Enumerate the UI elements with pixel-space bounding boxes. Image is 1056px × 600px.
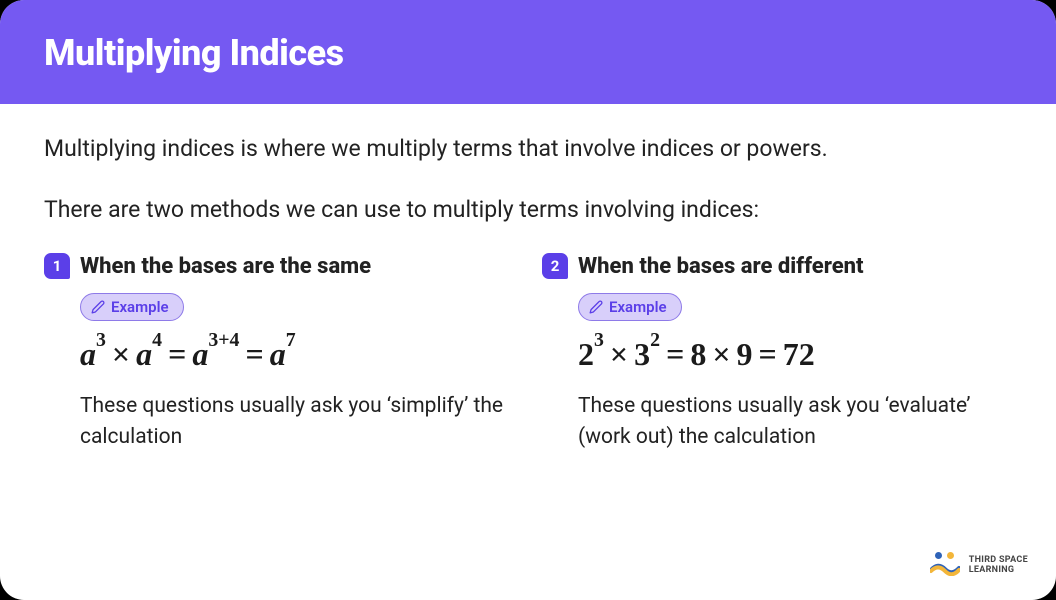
explanation-text: These questions usually ask you ‘simplif… [80,391,514,452]
example-label: Example [111,298,169,316]
example-pill: Example [80,293,184,321]
intro-paragraph-2: There are two methods we can use to mult… [44,193,1012,228]
lesson-card: Multiplying Indices Multiplying indices … [0,0,1056,600]
method-column-2: 2 When the bases are different Example 2… [542,253,1012,452]
column-title-row: 1 When the bases are the same [44,253,514,279]
brand-text: THIRD SPACE LEARNING [969,555,1028,576]
pencil-icon [589,300,603,314]
column-title: When the bases are the same [80,254,371,279]
pencil-icon [91,300,105,314]
header-bar: Multiplying Indices [0,0,1056,104]
example-label: Example [609,298,667,316]
equation-different-base: 23×32=8×9=72 [578,335,1012,373]
content-area: Multiplying indices is where we multiply… [0,104,1056,472]
brand-mark: THIRD SPACE LEARNING [929,552,1028,578]
methods-columns: 1 When the bases are the same Example a3… [44,253,1012,452]
explanation-text: These questions usually ask you ‘evaluat… [578,391,1012,452]
column-title: When the bases are different [578,254,864,279]
number-badge: 2 [542,253,568,279]
column-title-row: 2 When the bases are different [542,253,1012,279]
page-title: Multiplying Indices [44,32,1012,74]
equation-same-base: a3×a4=a3+4=a7 [80,335,514,373]
intro-paragraph-1: Multiplying indices is where we multiply… [44,132,1012,167]
brand-logo-icon [929,552,961,578]
example-pill: Example [578,293,682,321]
method-column-1: 1 When the bases are the same Example a3… [44,253,514,452]
number-badge: 1 [44,253,70,279]
